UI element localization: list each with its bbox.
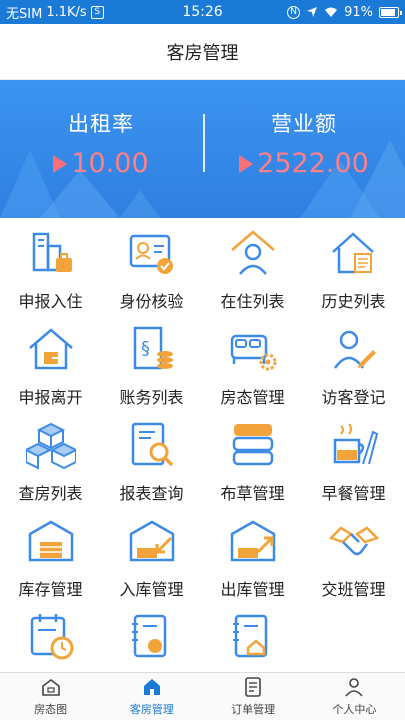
menu-item-label: 查房列表: [18, 484, 83, 503]
accounts-icon: §: [133, 326, 173, 370]
location-icon: [307, 7, 318, 17]
battery-percent: 91%: [344, 4, 373, 20]
tab-label: 个人中心: [332, 703, 377, 716]
svg-text:§: §: [141, 338, 150, 359]
tab-order-management[interactable]: 订单管理: [203, 673, 304, 720]
occupancy-value: 10.00: [71, 148, 149, 179]
id-verify-icon: [129, 234, 173, 274]
wifi-icon: [325, 7, 338, 17]
menu-item-label: 账务列表: [119, 388, 184, 407]
check-in-icon: [32, 232, 72, 272]
notebook-home-icon: [232, 614, 267, 658]
status-bar: 无SIM 1.1K/s S 15:26 N 91%: [0, 0, 405, 24]
menu-item-handover[interactable]: 交班管理: [303, 506, 404, 602]
menu-item-room-check[interactable]: 查房列表: [0, 410, 101, 506]
menu-item-inventory[interactable]: 库存管理: [0, 506, 101, 602]
occupancy-label: 出租率: [68, 112, 134, 136]
handover-icon: [328, 526, 379, 556]
hotel-icon: [41, 679, 60, 696]
bottom-tab-bar: 房态图 客房管理 订单管理 个人中心: [0, 672, 405, 720]
play-arrow-icon: [239, 154, 254, 173]
tab-label: 客房管理: [129, 703, 174, 716]
menu-item-id-verify[interactable]: 身份核验: [101, 218, 202, 314]
tab-label: 订单管理: [231, 703, 276, 716]
menu-item-label: 房态管理: [220, 388, 285, 407]
tab-room-map[interactable]: 房态图: [0, 673, 101, 720]
menu-item-label: 身份核验: [119, 292, 184, 311]
revenue-value: 2522.00: [257, 148, 369, 179]
menu-item-label: 在住列表: [220, 292, 285, 311]
stock-in-icon: [129, 520, 174, 562]
menu-item-stock-in[interactable]: 入库管理: [101, 506, 202, 602]
menu-item-label: 入库管理: [119, 580, 184, 599]
room-status-icon: [230, 334, 276, 371]
menu-item-label: 申报入住: [18, 292, 83, 311]
battery-icon: [379, 6, 402, 18]
menu-item-label: 交班管理: [321, 580, 386, 599]
tab-personal-center[interactable]: 个人中心: [304, 673, 405, 720]
notebook-money-icon: [131, 614, 166, 658]
menu-item-label: 出库管理: [220, 580, 285, 599]
in-house-icon: [230, 230, 275, 275]
network-speed: 1.1K/s: [46, 4, 87, 20]
nfc-icon: N: [287, 5, 301, 19]
menu-item-label: 申报离开: [18, 388, 83, 407]
breakfast-icon: [333, 423, 378, 465]
stock-out-icon: [230, 520, 275, 562]
menu-item-check-in[interactable]: 申报入住: [0, 218, 101, 314]
menu-item-label: 访客登记: [321, 388, 386, 407]
menu-grid: 申报入住 身份核验 在住列表 历史列表 申报离开 § 账务列表 房态管理 访客登…: [0, 218, 405, 668]
page-title-bar: 客房管理: [0, 24, 405, 80]
page-title: 客房管理: [166, 42, 239, 64]
menu-item-check-out[interactable]: 申报离开: [0, 314, 101, 410]
carrier-badge-icon: S: [90, 5, 104, 19]
tab-room-management[interactable]: 客房管理: [101, 673, 202, 720]
order-icon: [245, 677, 261, 697]
visitor-icon: [333, 330, 376, 369]
menu-item-linen[interactable]: 布草管理: [202, 410, 303, 506]
menu-item-label: 历史列表: [321, 292, 386, 311]
menu-item-label: 库存管理: [18, 580, 83, 599]
report-icon: [131, 422, 173, 467]
inventory-icon: [28, 520, 73, 562]
tab-label: 房态图: [34, 703, 68, 716]
history-icon: [331, 232, 374, 274]
menu-item-room-status[interactable]: 房态管理: [202, 314, 303, 410]
menu-item-stock-out[interactable]: 出库管理: [202, 506, 303, 602]
schedule-icon: [30, 614, 73, 660]
revenue-label: 营业额: [271, 112, 337, 136]
menu-item-visitor[interactable]: 访客登记: [303, 314, 404, 410]
linen-icon: [232, 424, 273, 466]
carrier-text: 无SIM: [6, 6, 43, 22]
menu-item-report[interactable]: 报表查询: [101, 410, 202, 506]
menu-item-breakfast[interactable]: 早餐管理: [303, 410, 404, 506]
menu-item-in-house[interactable]: 在住列表: [202, 218, 303, 314]
menu-item-label: 报表查询: [119, 484, 184, 503]
check-out-icon: [28, 328, 73, 370]
menu-item-label: 布草管理: [220, 484, 285, 503]
revenue-stat: 营业额 2522.00: [203, 108, 405, 179]
stats-banner: 出租率 10.00 营业额 2522.00: [0, 80, 405, 218]
person-icon: [345, 678, 363, 697]
menu-item-history[interactable]: 历史列表: [303, 218, 404, 314]
room-icon: [143, 679, 160, 695]
occupancy-stat: 出租率 10.00: [0, 108, 202, 179]
menu-item-accounts[interactable]: § 账务列表: [101, 314, 202, 410]
play-arrow-icon: [53, 154, 68, 173]
room-check-icon: [25, 422, 76, 470]
menu-item-label: 早餐管理: [321, 484, 386, 503]
